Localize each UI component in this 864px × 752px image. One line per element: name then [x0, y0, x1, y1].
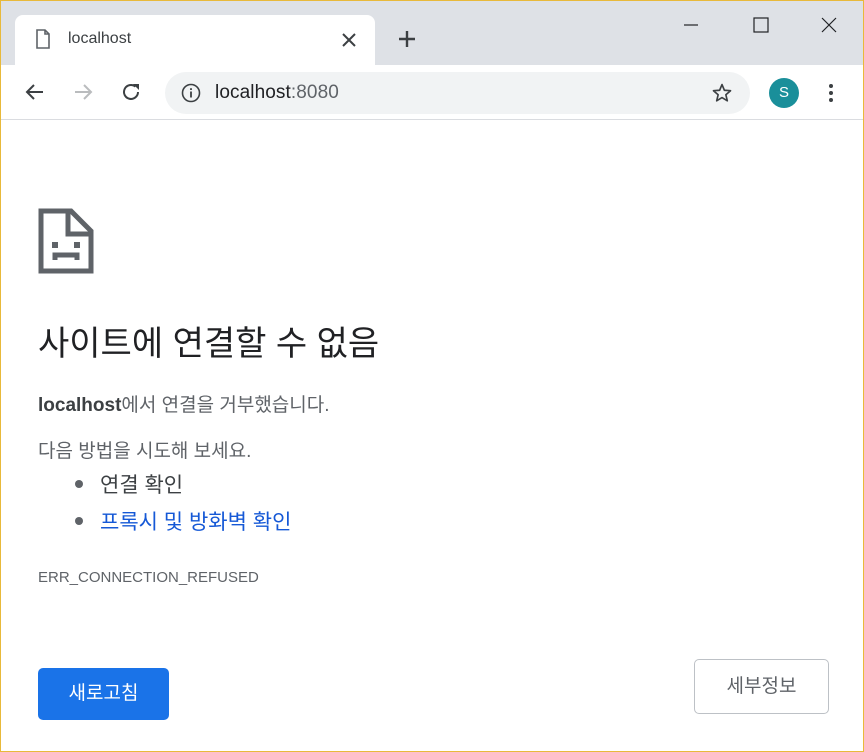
suggestions-list: 연결 확인 프록시 및 방화벽 확인	[75, 469, 291, 543]
maximize-icon[interactable]	[749, 13, 773, 37]
arrow-left-icon[interactable]	[23, 80, 47, 104]
tab-localhost[interactable]: localhost	[15, 15, 375, 67]
star-icon[interactable]	[711, 82, 733, 104]
more-vert-icon[interactable]	[819, 81, 843, 105]
proxy-firewall-link[interactable]: 프록시 및 방화벽 확인	[75, 506, 291, 543]
reload-button[interactable]: 새로고침	[38, 668, 169, 720]
url-host: localhost	[215, 82, 291, 103]
page-icon	[36, 29, 50, 49]
arrow-right-icon[interactable]	[71, 80, 95, 104]
sad-page-icon	[38, 208, 94, 274]
error-message-text: 에서 연결을 거부했습니다.	[121, 395, 330, 416]
url-text[interactable]: localhost:8080	[215, 82, 339, 104]
error-message: localhost에서 연결을 거부했습니다.	[38, 390, 330, 417]
info-icon[interactable]	[181, 83, 201, 103]
suggestions-title: 다음 방법을 시도해 보세요.	[38, 441, 252, 462]
address-bar[interactable]: localhost:8080	[165, 72, 750, 114]
close-window-icon[interactable]	[817, 13, 841, 37]
reload-icon[interactable]	[119, 80, 143, 104]
error-host: localhost	[38, 395, 122, 416]
toolbar: localhost:8080 S	[1, 65, 863, 120]
avatar[interactable]: S	[769, 78, 799, 108]
error-code: ERR_CONNECTION_REFUSED	[38, 569, 259, 586]
browser-window: localhost localhost:8080 S 사이트에 연결할 수 없음…	[0, 0, 864, 752]
details-button[interactable]: 세부정보	[694, 659, 829, 714]
minimize-icon[interactable]	[679, 13, 703, 37]
plus-icon[interactable]	[395, 27, 419, 51]
tab-strip: localhost	[1, 1, 863, 67]
list-item: 연결 확인	[75, 469, 291, 506]
page-title: 사이트에 연결할 수 없음	[38, 325, 380, 363]
close-icon[interactable]	[340, 31, 358, 49]
url-port: :8080	[290, 82, 339, 103]
tab-title: localhost	[68, 30, 132, 47]
